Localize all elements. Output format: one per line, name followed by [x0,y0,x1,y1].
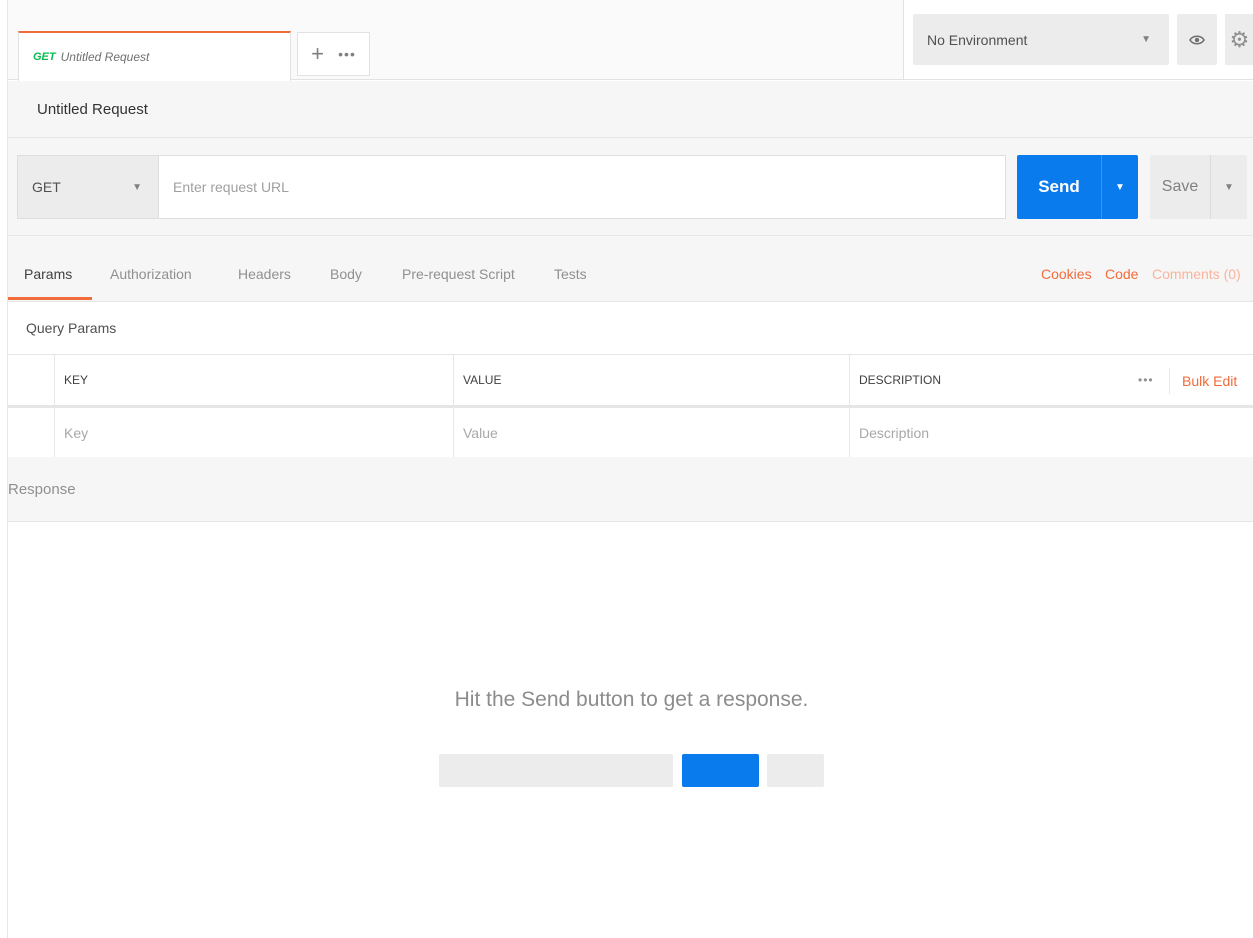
send-options-caret-icon[interactable]: ▼ [1102,182,1138,193]
column-header-value: VALUE [453,355,849,405]
tab-pre-request-script[interactable]: Pre-request Script [402,266,515,282]
code-link[interactable]: Code [1105,266,1138,282]
query-params-table: KEY VALUE DESCRIPTION ••• Bulk Edit Key … [8,355,1253,458]
empty-state-illustration-save [767,754,824,787]
table-header-row: KEY VALUE DESCRIPTION ••• Bulk Edit [8,355,1253,408]
column-options-icon[interactable]: ••• [1138,373,1154,387]
new-tab-icon[interactable]: + [311,43,324,65]
save-options-caret-icon[interactable]: ▼ [1211,182,1247,193]
request-tab[interactable]: GET Untitled Request [18,31,291,81]
tab-authorization[interactable]: Authorization [110,266,192,282]
url-bar: GET ▼ Send ▼ Save ▼ [8,138,1253,236]
caret-down-icon: ▼ [1141,34,1151,45]
save-button-label: Save [1161,178,1199,195]
empty-state-illustration-bar [439,754,673,787]
tab-headers[interactable]: Headers [238,266,291,282]
param-value-input[interactable]: Value [453,408,849,457]
param-key-input[interactable]: Key [54,408,453,457]
tab-actions: + ••• [297,32,370,76]
environment-quick-look-button[interactable] [1177,14,1217,65]
header-divider [1169,368,1170,394]
tab-params[interactable]: Params [24,266,72,282]
comments-link[interactable]: Comments (0) [1152,266,1241,282]
tab-options-icon[interactable]: ••• [338,46,356,62]
active-tab-indicator [8,297,92,300]
query-params-title: Query Params [8,302,1253,355]
eye-icon [1189,34,1205,45]
tab-body[interactable]: Body [330,266,362,282]
request-name: Untitled Request [8,81,1253,138]
send-button-label: Send [1038,177,1080,196]
save-button[interactable]: Save ▼ [1150,155,1247,219]
environment-bar: No Environment ▼ ⚙ [903,0,1253,80]
gear-icon: ⚙ [1229,26,1250,52]
manage-environments-button[interactable]: ⚙ [1225,14,1253,65]
column-header-key: KEY [54,355,453,405]
tab-tests[interactable]: Tests [554,266,587,282]
bulk-edit-link[interactable]: Bulk Edit [1182,373,1237,389]
request-tab-name: Untitled Request [60,50,150,64]
param-description-input[interactable]: Description [849,408,1253,457]
empty-state-illustration-button [682,754,759,787]
cookies-link[interactable]: Cookies [1041,266,1092,282]
request-tab-method: GET [33,51,56,63]
response-empty-message: Hit the Send button to get a response. [454,688,809,711]
response-title: Response [8,480,76,498]
request-config-tabs: Params Authorization Headers Body Pre-re… [8,236,1253,302]
request-tab-bar: GET Untitled Request + ••• [8,0,903,81]
method-select[interactable]: GET ▼ [17,155,158,219]
environment-select[interactable]: No Environment ▼ [913,14,1169,65]
response-header: Response [8,457,1253,522]
url-input[interactable] [158,155,1006,219]
method-select-value: GET [32,179,61,195]
column-header-description: DESCRIPTION [849,355,1124,405]
table-row: Key Value Description [8,408,1253,458]
environment-select-value: No Environment [927,31,1028,48]
send-button[interactable]: Send ▼ [1017,155,1138,219]
caret-down-icon: ▼ [132,182,142,193]
